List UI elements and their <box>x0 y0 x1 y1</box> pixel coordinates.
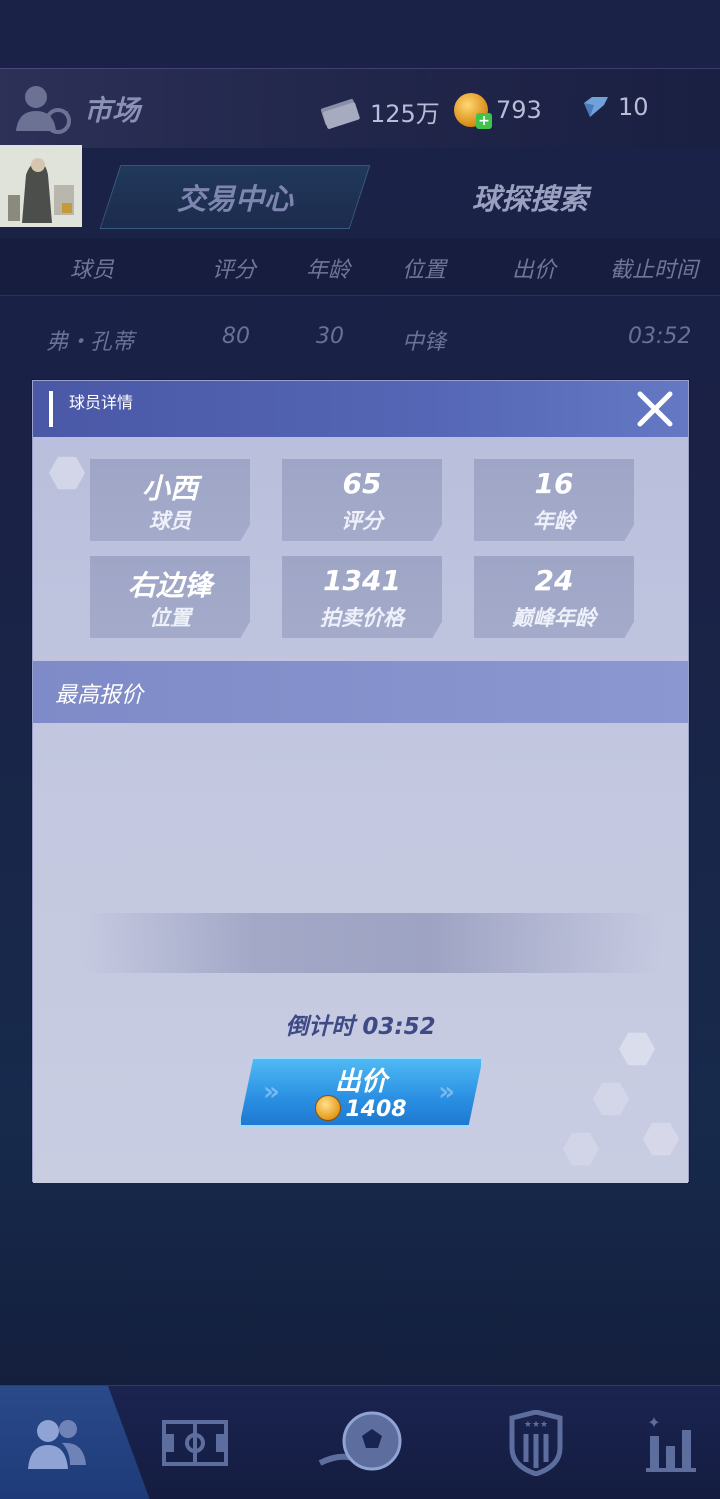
stat-label: 巅峰年龄 <box>512 606 596 630</box>
stat-peak-age: 24 巅峰年龄 <box>474 556 634 638</box>
pitch-icon <box>162 1420 228 1466</box>
stat-value: 右边锋 <box>127 569 212 602</box>
stat-label: 年龄 <box>533 509 575 533</box>
svg-text:★★★: ★★★ <box>524 1420 548 1430</box>
stat-player: 小西 球员 <box>90 459 250 541</box>
coin-display[interactable]: + 793 <box>454 93 542 129</box>
table-row[interactable]: 弗・孔蒂 80 30 中锋 03:52 <box>0 316 720 360</box>
stat-label: 评分 <box>341 509 383 533</box>
stat-label: 拍卖价格 <box>320 606 404 630</box>
diamond-icon <box>584 97 608 117</box>
col-age[interactable]: 年龄 <box>306 252 350 284</box>
page-title: 市场 <box>84 94 141 127</box>
coin-icon <box>315 1095 342 1121</box>
bid-price: 1408 <box>241 1095 481 1122</box>
tab-trade-center[interactable]: 交易中心 <box>99 165 371 229</box>
nav-club[interactable]: ★★★ <box>500 1386 572 1499</box>
stat-label: 球员 <box>149 509 191 533</box>
money-value: 125万 <box>370 99 440 128</box>
row-rating: 80 <box>222 324 250 349</box>
stat-auction-price: 1341 拍卖价格 <box>282 556 442 638</box>
close-icon[interactable] <box>634 388 676 430</box>
stat-value: 24 <box>534 564 574 597</box>
stat-age: 16 年龄 <box>474 459 634 541</box>
row-name: 弗・孔蒂 <box>46 330 135 355</box>
stat-value: 小西 <box>141 472 198 505</box>
modal-title: 球员详情 <box>69 393 134 412</box>
bid-button-label: 出价 <box>334 1067 387 1097</box>
row-age: 30 <box>316 324 344 349</box>
section-title: 最高报价 <box>55 683 144 708</box>
col-bid[interactable]: 出价 <box>512 252 556 284</box>
coin-add-icon[interactable]: + <box>454 93 492 129</box>
players-icon <box>28 1420 86 1469</box>
row-deadline: 03:52 <box>628 324 692 349</box>
stat-position: 右边锋 位置 <box>90 556 250 638</box>
money-display: 125万 <box>318 93 440 129</box>
stat-value: 1341 <box>323 564 401 597</box>
stat-value: 16 <box>534 467 574 500</box>
market-tabs: 交易中心 球探搜索 <box>99 165 720 231</box>
countdown-timer: 倒计时 03:52 <box>285 1014 436 1040</box>
bid-placeholder-bar <box>79 913 663 973</box>
nav-match[interactable] <box>300 1386 420 1499</box>
bid-price-value: 1408 <box>345 1097 407 1122</box>
header-accent-bar <box>49 391 53 427</box>
stat-label: 位置 <box>149 606 191 630</box>
cash-icon <box>320 98 360 129</box>
col-player[interactable]: 球员 <box>70 252 114 284</box>
modal-header: 球员详情 <box>33 381 688 437</box>
col-position[interactable]: 位置 <box>402 252 446 284</box>
highest-bid-section: 最高报价 <box>33 661 688 723</box>
avatar[interactable] <box>0 145 82 227</box>
stat-rating: 65 评分 <box>282 459 442 541</box>
club-badge-icon: ★★★ <box>509 1410 563 1476</box>
bid-button[interactable]: » » 出价 1408 <box>239 1057 483 1127</box>
col-deadline[interactable]: 截止时间 <box>610 252 698 284</box>
coin-value: 793 <box>496 96 542 124</box>
row-position: 中锋 <box>402 330 447 355</box>
top-bar: 市场 125万 + 793 10 <box>0 68 720 148</box>
user-switch-icon[interactable] <box>14 83 72 135</box>
bottom-nav: ★★★ ✦ <box>0 1385 720 1499</box>
gem-value: 10 <box>618 93 649 121</box>
gem-display: 10 <box>580 93 649 121</box>
football-icon <box>318 1411 402 1471</box>
col-rating[interactable]: 评分 <box>212 252 256 284</box>
svg-text:✦: ✦ <box>647 1413 660 1432</box>
nav-pitch[interactable] <box>150 1386 240 1499</box>
player-detail-modal: 球员详情 小西 球员 65 评分 16 年龄 右边锋 位置 1341 拍卖价格 … <box>32 380 689 1183</box>
stats-icon: ✦ <box>646 1413 696 1472</box>
nav-stats[interactable]: ✦ <box>636 1386 708 1499</box>
stat-value: 65 <box>342 467 382 500</box>
list-header: 球员 评分 年龄 位置 出价 截止时间 <box>0 238 720 296</box>
avatar-image <box>0 145 82 227</box>
tab-scout-search[interactable]: 球探搜索 <box>350 165 710 229</box>
nav-players[interactable] <box>0 1386 150 1499</box>
